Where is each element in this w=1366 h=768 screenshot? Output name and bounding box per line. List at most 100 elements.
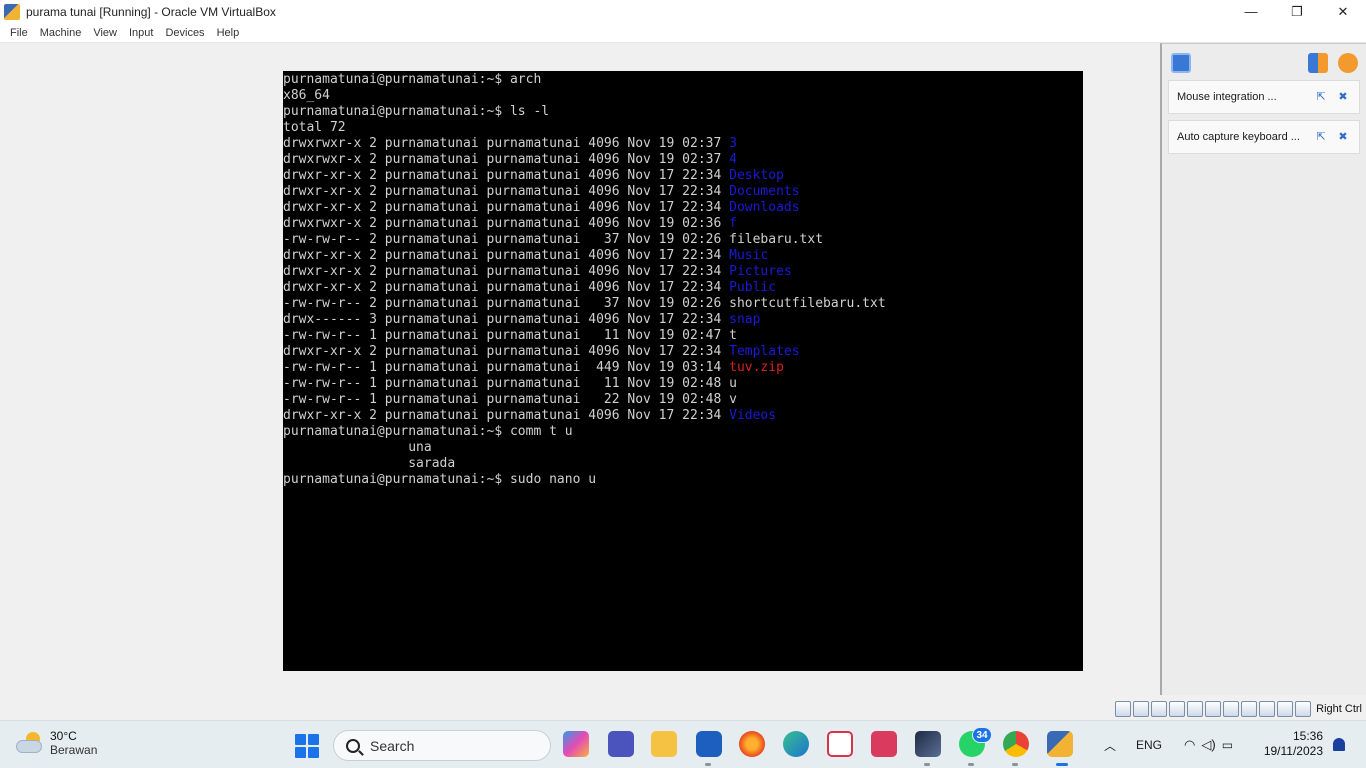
terminal-line: purnamatunai@purnamatunai:~$ comm t u (283, 424, 1083, 440)
terminal-text: drwxrwxr-x 2 purnamatunai purnamatunai 4… (283, 152, 730, 167)
file-explorer-icon[interactable] (651, 731, 677, 757)
optical-drive-icon[interactable] (1133, 701, 1150, 717)
terminal-text: purnamatunai@purnamatunai:~$ arch (283, 72, 542, 87)
mouse-integration-icon[interactable] (1277, 701, 1294, 717)
toggle-stack-icon[interactable] (1308, 53, 1328, 73)
terminal-text: total 72 (283, 120, 346, 135)
dismiss-all-icon[interactable] (1338, 53, 1358, 73)
weather-widget[interactable]: 30°C Berawan (16, 729, 97, 757)
keyboard-icon[interactable]: ⇱ (1315, 131, 1327, 143)
wifi-icon[interactable]: ◠ (1184, 737, 1195, 753)
terminal-text: sarada (283, 456, 456, 471)
wps-office-icon[interactable] (871, 731, 897, 757)
menu-input[interactable]: Input (123, 27, 159, 39)
terminal-text: drwxrwxr-x 2 purnamatunai purnamatunai 4… (283, 216, 730, 231)
edge-icon[interactable] (783, 731, 809, 757)
directory-name: Desktop (729, 168, 784, 183)
notification-mouse-integration[interactable]: Mouse integration ... ⇱ ✖ (1168, 80, 1360, 114)
directory-name: f (729, 216, 737, 231)
teams-icon[interactable] (608, 731, 634, 757)
directory-name: 3 (729, 136, 737, 151)
terminal-line: -rw-rw-r-- 1 purnamatunai purnamatunai 1… (283, 376, 1083, 392)
search-placeholder: Search (370, 737, 415, 754)
directory-name: snap (729, 312, 761, 327)
clock-date: 19/11/2023 (1263, 744, 1323, 758)
virtualbox-vm-window-icon[interactable] (1047, 731, 1073, 757)
directory-name: Documents (729, 184, 800, 199)
terminal-line: drwxr-xr-x 2 purnamatunai purnamatunai 4… (283, 248, 1083, 264)
display-icon[interactable] (1223, 701, 1240, 717)
menu-devices[interactable]: Devices (159, 27, 210, 39)
snipping-tool-icon[interactable] (827, 731, 853, 757)
terminal-text: -rw-rw-r-- 2 purnamatunai purnamatunai 3… (283, 296, 886, 311)
restore-button[interactable]: ❐ (1274, 0, 1320, 23)
virtualbox-logo-icon (4, 3, 20, 20)
terminal-text: purnamatunai@purnamatunai:~$ comm t u (283, 424, 573, 439)
windows-taskbar: 30°C Berawan Search ︿ ENG ◠ ◁) ▭ 15:36 1… (0, 720, 1366, 768)
terminal-line: drwxr-xr-x 2 purnamatunai purnamatunai 4… (283, 408, 1083, 424)
terminal-text: purnamatunai@purnamatunai:~$ sudo nano u (283, 472, 597, 487)
battery-icon[interactable]: ▭ (1222, 738, 1233, 752)
show-hidden-icons-chevron-icon[interactable]: ︿ (1104, 737, 1116, 754)
mouse-pointer-icon[interactable]: ⇱ (1315, 91, 1327, 103)
terminal-line: drwxr-xr-x 2 purnamatunai purnamatunai 4… (283, 344, 1083, 360)
terminal-line: drwxr-xr-x 2 purnamatunai purnamatunai 4… (283, 200, 1083, 216)
terminal-line: drwxrwxr-x 2 purnamatunai purnamatunai 4… (283, 136, 1083, 152)
cpu-icon[interactable] (1259, 701, 1276, 717)
window-titlebar: purama tunai [Running] - Oracle VM Virtu… (0, 0, 1366, 23)
firefox-icon[interactable] (739, 731, 765, 757)
partly-cloudy-icon (16, 732, 44, 754)
terminal-text: drwxr-xr-x 2 purnamatunai purnamatunai 4… (283, 280, 730, 295)
notification-bell-icon[interactable] (1333, 738, 1345, 751)
system-tray: ︿ ENG ◠ ◁) ▭ (1104, 721, 1233, 768)
close-button[interactable]: ✕ (1320, 0, 1366, 23)
terminal-line: sarada (283, 456, 1083, 472)
network-icon[interactable] (1169, 701, 1186, 717)
menu-machine[interactable]: Machine (34, 27, 88, 39)
menu-help[interactable]: Help (211, 27, 246, 39)
virtualbox-icon[interactable] (915, 731, 941, 757)
terminal-text: drwxr-xr-x 2 purnamatunai purnamatunai 4… (283, 248, 730, 263)
terminal-text: -rw-rw-r-- 1 purnamatunai purnamatunai 2… (283, 392, 737, 407)
language-indicator[interactable]: ENG (1136, 738, 1162, 752)
directory-name: Pictures (729, 264, 792, 279)
terminal-line: -rw-rw-r-- 2 purnamatunai purnamatunai 3… (283, 296, 1083, 312)
terminal-line: drwxrwxr-x 2 purnamatunai purnamatunai 4… (283, 216, 1083, 232)
close-notification-icon[interactable]: ✖ (1337, 131, 1349, 143)
directory-name: 4 (729, 152, 737, 167)
terminal-text: -rw-rw-r-- 1 purnamatunai purnamatunai 1… (283, 376, 737, 391)
audio-icon[interactable] (1151, 701, 1168, 717)
chrome-icon[interactable] (1003, 731, 1029, 757)
notification-center-icon[interactable] (1171, 53, 1191, 73)
taskbar-search[interactable]: Search (333, 730, 551, 761)
keyboard-capture-icon[interactable] (1295, 701, 1312, 717)
vpn-app-icon[interactable] (696, 731, 722, 757)
terminal-line: -rw-rw-r-- 2 purnamatunai purnamatunai 3… (283, 232, 1083, 248)
shared-folders-icon[interactable] (1205, 701, 1222, 717)
directory-name: Videos (729, 408, 777, 423)
terminal-line: -rw-rw-r-- 1 purnamatunai purnamatunai 2… (283, 392, 1083, 408)
terminal-line: drwxr-xr-x 2 purnamatunai purnamatunai 4… (283, 184, 1083, 200)
terminal-text: drwxr-xr-x 2 purnamatunai purnamatunai 4… (283, 344, 730, 359)
menu-view[interactable]: View (87, 27, 123, 39)
terminal-text: drwx------ 3 purnamatunai purnamatunai 4… (283, 312, 730, 327)
notification-label: Mouse integration ... (1177, 91, 1277, 103)
weather-temperature: 30°C (50, 729, 77, 743)
vm-terminal-screen[interactable]: purnamatunai@purnamatunai:~$ arch x86_64 p… (283, 71, 1083, 671)
clock[interactable]: 15:36 19/11/2023 (1264, 729, 1323, 759)
hard-disk-icon[interactable] (1115, 701, 1132, 717)
recording-icon[interactable] (1241, 701, 1258, 717)
close-notification-icon[interactable]: ✖ (1337, 91, 1349, 103)
terminal-text: drwxrwxr-x 2 purnamatunai purnamatunai 4… (283, 136, 730, 151)
usb-icon[interactable] (1187, 701, 1204, 717)
copilot-icon[interactable] (563, 731, 589, 757)
volume-icon[interactable]: ◁) (1201, 737, 1215, 753)
terminal-text: drwxr-xr-x 2 purnamatunai purnamatunai 4… (283, 264, 730, 279)
menu-file[interactable]: File (4, 27, 34, 39)
terminal-text: -rw-rw-r-- 1 purnamatunai purnamatunai 4… (283, 360, 730, 375)
terminal-text: -rw-rw-r-- 1 purnamatunai purnamatunai 1… (283, 328, 737, 343)
notification-auto-capture-keyboard[interactable]: Auto capture keyboard ... ⇱ ✖ (1168, 120, 1360, 154)
notification-label: Auto capture keyboard ... (1177, 131, 1300, 143)
minimize-button[interactable]: — (1228, 0, 1274, 23)
start-button[interactable] (295, 734, 319, 758)
